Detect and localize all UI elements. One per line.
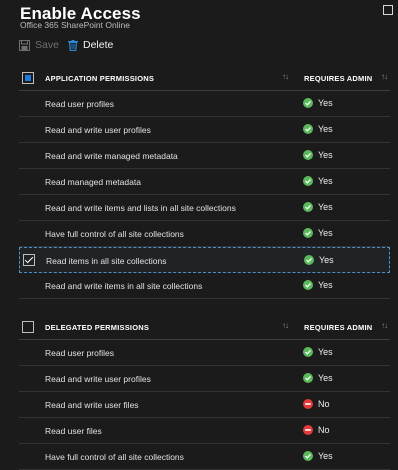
requires-admin-status: Yes (303, 150, 333, 160)
application-permissions-list: Read user profiles Yes Read and write user… (19, 91, 390, 299)
requires-admin-column-header[interactable]: REQUIRES ADMIN (304, 74, 372, 83)
requires-admin-status: Yes (303, 228, 333, 238)
requires-admin-status: Yes (304, 255, 334, 265)
permission-label: Read and write items and lists in all si… (45, 203, 236, 213)
select-all-application-checkbox[interactable] (22, 72, 34, 84)
permission-label: Read user files (45, 426, 102, 436)
permission-row[interactable]: Read and write managed metadata Yes (19, 143, 390, 169)
save-label: Save (35, 39, 59, 51)
requires-admin-value: Yes (318, 451, 333, 461)
permission-row[interactable]: Read and write user profiles Yes (19, 117, 390, 143)
permission-row[interactable]: Read and write user files No (19, 392, 390, 418)
permission-row[interactable]: Have full control of all site collection… (19, 444, 390, 470)
toolbar: Save Delete (0, 36, 398, 54)
requires-admin-value: No (318, 399, 330, 409)
requires-admin-value: Yes (318, 228, 333, 238)
sort-arrows-icon[interactable]: ↑↓ (381, 72, 388, 81)
requires-admin-value: Yes (318, 280, 333, 290)
check-circle-icon (303, 280, 313, 290)
requires-admin-value: Yes (319, 255, 334, 265)
requires-admin-status: Yes (303, 98, 333, 108)
permission-label: Read user profiles (45, 99, 114, 109)
permission-label: Have full control of all site collection… (45, 452, 184, 462)
check-circle-icon (303, 124, 313, 134)
requires-admin-status: Yes (303, 373, 333, 383)
requires-admin-status: No (303, 425, 330, 435)
row-checkbox[interactable] (23, 254, 35, 266)
permission-label: Read user profiles (45, 348, 114, 358)
check-circle-icon (303, 98, 313, 108)
page-subtitle: Office 365 SharePoint Online (20, 20, 130, 30)
blocked-circle-icon (303, 399, 313, 409)
permission-row[interactable]: Read items in all site collections Yes (19, 247, 390, 273)
select-all-delegated-checkbox[interactable] (22, 321, 34, 333)
requires-admin-status: No (303, 399, 330, 409)
application-permissions-title: APPLICATION PERMISSIONS (45, 74, 155, 83)
delegated-permissions-header: DELEGATED PERMISSIONS ↑↓ REQUIRES ADMIN … (19, 314, 390, 340)
save-icon (19, 39, 30, 51)
blocked-circle-icon (303, 425, 313, 435)
sort-arrows-icon[interactable]: ↑↓ (282, 321, 289, 330)
application-permissions-section: APPLICATION PERMISSIONS ↑↓ REQUIRES ADMI… (19, 65, 390, 299)
delete-label: Delete (83, 39, 114, 51)
delegated-permissions-title: DELEGATED PERMISSIONS (45, 323, 150, 332)
check-circle-icon (303, 228, 313, 238)
requires-admin-value: Yes (318, 124, 333, 134)
permission-label: Read and write managed metadata (45, 151, 178, 161)
check-circle-icon (303, 150, 313, 160)
delegated-permissions-section: DELEGATED PERMISSIONS ↑↓ REQUIRES ADMIN … (19, 314, 390, 470)
sort-arrows-icon[interactable]: ↑↓ (282, 72, 289, 81)
permission-label: Read items in all site collections (46, 256, 167, 266)
requires-admin-value: Yes (318, 202, 333, 212)
requires-admin-status: Yes (303, 202, 333, 212)
check-circle-icon (304, 255, 314, 265)
trash-icon (68, 39, 78, 51)
permission-label: Read and write user files (45, 400, 139, 410)
requires-admin-value: Yes (318, 150, 333, 160)
permission-label: Read and write items in all site collect… (45, 281, 203, 291)
application-permissions-header: APPLICATION PERMISSIONS ↑↓ REQUIRES ADMI… (19, 65, 390, 91)
requires-admin-value: No (318, 425, 330, 435)
permission-row[interactable]: Read and write items in all site collect… (19, 273, 390, 299)
check-circle-icon (303, 373, 313, 383)
requires-admin-status: Yes (303, 451, 333, 461)
requires-admin-status: Yes (303, 176, 333, 186)
requires-admin-column-header[interactable]: REQUIRES ADMIN (304, 323, 372, 332)
permission-row[interactable]: Read managed metadata Yes (19, 169, 390, 195)
permission-label: Read managed metadata (45, 177, 141, 187)
requires-admin-value: Yes (318, 176, 333, 186)
requires-admin-value: Yes (318, 347, 333, 357)
check-circle-icon (303, 451, 313, 461)
check-circle-icon (303, 176, 313, 186)
permission-row[interactable]: Read and write items and lists in all si… (19, 195, 390, 221)
requires-admin-status: Yes (303, 280, 333, 290)
delegated-permissions-list: Read user profiles Yes Read and write user… (19, 340, 390, 470)
permission-row[interactable]: Have full control of all site collection… (19, 221, 390, 247)
blade-header: Enable Access Office 365 SharePoint Onli… (0, 0, 398, 30)
requires-admin-value: Yes (318, 373, 333, 383)
permission-row[interactable]: Read and write user profiles Yes (19, 366, 390, 392)
sort-arrows-icon[interactable]: ↑↓ (381, 321, 388, 330)
permission-row[interactable]: Read user profiles Yes (19, 340, 390, 366)
requires-admin-value: Yes (318, 98, 333, 108)
requires-admin-status: Yes (303, 347, 333, 357)
requires-admin-status: Yes (303, 124, 333, 134)
save-button[interactable]: Save (19, 38, 59, 52)
maximize-icon[interactable] (383, 5, 393, 15)
permission-row[interactable]: Read user profiles Yes (19, 91, 390, 117)
permission-row[interactable]: Read user files No (19, 418, 390, 444)
permission-label: Have full control of all site collection… (45, 229, 184, 239)
permission-label: Read and write user profiles (45, 374, 151, 384)
delete-button[interactable]: Delete (68, 38, 113, 52)
check-circle-icon (303, 347, 313, 357)
permission-label: Read and write user profiles (45, 125, 151, 135)
check-circle-icon (303, 202, 313, 212)
